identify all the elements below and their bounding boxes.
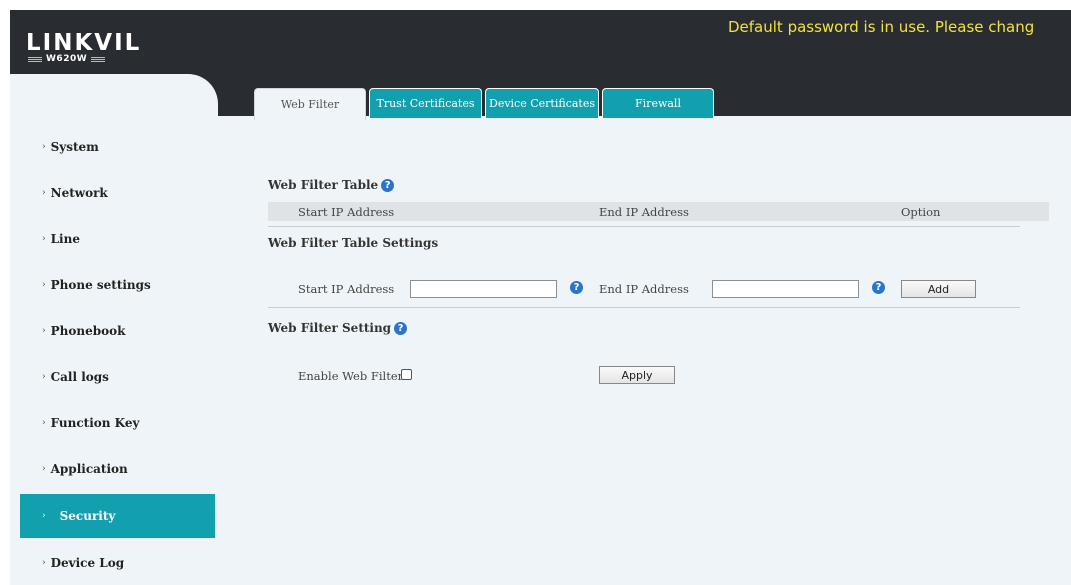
chevron-right-icon: › <box>42 511 46 521</box>
question-circle-icon[interactable]: ? <box>872 281 885 294</box>
sidebar-item-label: Device Log <box>50 556 125 570</box>
chevron-right-icon: › <box>42 418 46 428</box>
sidebar-item-label: Function Key <box>50 416 140 430</box>
tab-firewall[interactable]: Firewall <box>602 88 714 118</box>
column-start-ip: Start IP Address <box>298 205 395 219</box>
logo-text: LINKVIL <box>26 30 142 56</box>
section-title-text: Web Filter Table <box>268 178 379 192</box>
question-circle-icon[interactable]: ? <box>381 178 395 192</box>
tab-trust-certificates[interactable]: Trust Certificates <box>369 88 482 118</box>
sidebar-item-phonebook[interactable]: › Phonebook <box>20 308 215 354</box>
divider <box>268 307 1020 308</box>
tab-web-filter[interactable]: Web Filter <box>254 88 366 120</box>
sidebar-item-label: Application <box>50 462 128 476</box>
tab-device-certificates[interactable]: Device Certificates <box>485 88 599 118</box>
default-password-warning: Default password is in use. Please chang <box>728 18 1035 36</box>
sidebar-item-label: Phone settings <box>50 278 151 292</box>
chevron-right-icon: › <box>42 188 46 198</box>
chevron-right-icon: › <box>42 464 46 474</box>
end-ip-label: End IP Address <box>599 282 689 296</box>
section-title-text: Web Filter Setting <box>268 321 392 335</box>
web-filter-setting-title: Web Filter Setting ? <box>268 321 408 335</box>
app-frame: LINKVIL W620W Default password is in use… <box>10 10 1071 585</box>
sidebar-item-function-key[interactable]: › Function Key <box>20 400 215 446</box>
sidebar-menu: › System › Network › Line › Phone settings ›… <box>20 124 215 585</box>
sidebar-item-call-logs[interactable]: › Call logs <box>20 354 215 400</box>
chevron-right-icon: › <box>42 234 46 244</box>
logo-model: W620W <box>28 54 106 64</box>
chevron-right-icon: › <box>42 326 46 336</box>
add-button[interactable]: Add <box>901 280 976 298</box>
web-filter-table-settings-title: Web Filter Table Settings <box>268 236 438 250</box>
question-circle-icon[interactable]: ? <box>570 281 583 294</box>
divider <box>268 226 1020 227</box>
sidebar-item-label: Security <box>59 509 116 523</box>
tab-bar: Web Filter Trust Certificates Device Cer… <box>254 88 717 120</box>
sidebar-item-security[interactable]: › Security <box>20 494 215 538</box>
apply-button[interactable]: Apply <box>599 366 675 384</box>
column-option: Option <box>901 205 941 219</box>
column-end-ip: End IP Address <box>599 205 689 219</box>
end-ip-input[interactable] <box>712 280 859 298</box>
start-ip-input[interactable] <box>410 280 557 298</box>
chevron-right-icon: › <box>42 372 46 382</box>
enable-web-filter-checkbox[interactable] <box>401 369 412 380</box>
sidebar-item-application[interactable]: › Application <box>20 446 215 492</box>
logo-bars-right <box>91 56 106 62</box>
section-title-text: Web Filter Table Settings <box>268 236 439 250</box>
sidebar-item-phone-settings[interactable]: › Phone settings <box>20 262 215 308</box>
web-filter-table-header: Start IP Address End IP Address Option <box>268 202 1049 221</box>
start-ip-label: Start IP Address <box>298 282 395 296</box>
sidebar-item-network[interactable]: › Network <box>20 170 215 216</box>
sidebar-item-label: Phonebook <box>50 324 126 338</box>
brand-logo: LINKVIL W620W <box>26 30 146 70</box>
chevron-right-icon: › <box>42 558 46 568</box>
sidebar-item-device-log[interactable]: › Device Log <box>20 540 215 585</box>
sidebar-item-system[interactable]: › System <box>20 124 215 170</box>
logo-bars-left <box>28 56 42 62</box>
question-circle-icon[interactable]: ? <box>394 321 408 335</box>
chevron-right-icon: › <box>42 142 46 152</box>
sidebar-item-label: Network <box>50 186 108 200</box>
model-label: W620W <box>46 54 88 64</box>
sidebar-item-label: System <box>50 140 99 154</box>
sidebar-item-label: Line <box>50 232 80 246</box>
chevron-right-icon: › <box>42 280 46 290</box>
sidebar-item-label: Call logs <box>50 370 109 384</box>
enable-web-filter-label: Enable Web Filter <box>298 369 404 383</box>
sidebar-item-line[interactable]: › Line <box>20 216 215 262</box>
web-filter-table-title: Web Filter Table ? <box>268 178 395 192</box>
